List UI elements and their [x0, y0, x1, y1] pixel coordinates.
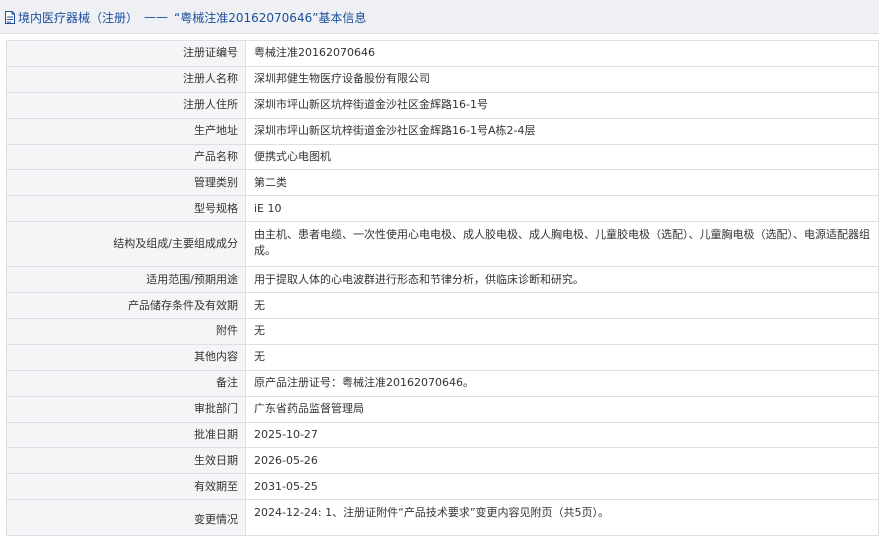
field-label: 生效日期	[6, 447, 246, 475]
field-label: 变更情况	[6, 499, 246, 536]
field-label: 产品储存条件及有效期	[6, 292, 246, 320]
table-row: 附件 无	[6, 318, 879, 345]
field-value: 便携式心电图机	[245, 143, 879, 171]
field-label: 审批部门	[6, 395, 246, 423]
page-header: 境内医疗器械（注册） —— “粤械注准20162070646”基本信息	[0, 0, 879, 34]
field-label: 其他内容	[6, 343, 246, 371]
field-value: 由主机、患者电缆、一次性使用心电电极、成人胶电极、成人胸电极、儿童胶电极（选配）…	[245, 221, 879, 268]
table-row: 变更情况 2024-12-24: 1、注册证附件“产品技术要求”变更内容见附页（…	[6, 499, 879, 536]
field-value: 深圳邦健生物医疗设备股份有限公司	[245, 65, 879, 93]
table-row: 批准日期 2025-10-27	[6, 421, 879, 449]
field-value: 2025-10-27	[245, 421, 879, 449]
field-value: 原产品注册证号：粤械注准20162070646。	[245, 369, 879, 397]
field-value: 无	[245, 318, 879, 345]
field-value: 深圳市坪山新区坑梓街道金沙社区金辉路16-1号A栋2-4层	[245, 117, 879, 145]
field-value: 用于提取人体的心电波群进行形态和节律分析，供临床诊断和研究。	[245, 266, 879, 294]
table-row: 其他内容 无	[6, 343, 879, 371]
table-row: 备注 原产品注册证号：粤械注准20162070646。	[6, 369, 879, 397]
table-row: 有效期至 2031-05-25	[6, 473, 879, 501]
field-label: 适用范围/预期用途	[6, 266, 246, 294]
field-value: 深圳市坪山新区坑梓街道金沙社区金辉路16-1号	[245, 91, 879, 119]
field-value: 2031-05-25	[245, 473, 879, 501]
field-label: 生产地址	[6, 117, 246, 145]
table-row: 产品储存条件及有效期 无	[6, 292, 879, 320]
table-row: 管理类别 第二类	[6, 169, 879, 197]
header-separator: ——	[144, 10, 169, 24]
field-label: 型号规格	[6, 195, 246, 223]
field-label: 附件	[6, 318, 246, 345]
field-value: 广东省药品监督管理局	[245, 395, 879, 423]
table-row: 审批部门 广东省药品监督管理局	[6, 395, 879, 423]
table-row: 产品名称 便携式心电图机	[6, 143, 879, 171]
table-row: 生效日期 2026-05-26	[6, 447, 879, 475]
field-label: 注册证编号	[6, 40, 246, 67]
field-value: 无	[245, 343, 879, 371]
table-row: 注册人住所 深圳市坪山新区坑梓街道金沙社区金辉路16-1号	[6, 91, 879, 119]
field-label: 有效期至	[6, 473, 246, 501]
registration-info-table: 注册证编号 粤械注准20162070646 注册人名称 深圳邦健生物医疗设备股份…	[6, 40, 879, 536]
document-icon	[4, 10, 16, 24]
field-label: 注册人住所	[6, 91, 246, 119]
field-value: 粤械注准20162070646	[245, 40, 879, 67]
field-label: 产品名称	[6, 143, 246, 171]
field-label: 结构及组成/主要组成成分	[6, 221, 246, 268]
header-title: “粤械注准20162070646”基本信息	[174, 10, 367, 25]
field-value: 无	[245, 292, 879, 320]
table-row: 型号规格 iE 10	[6, 195, 879, 223]
field-value: 第二类	[245, 169, 879, 197]
header-title-bar: 境内医疗器械（注册） —— “粤械注准20162070646”基本信息	[4, 9, 366, 25]
table-row: 注册证编号 粤械注准20162070646	[6, 40, 879, 67]
field-label: 管理类别	[6, 169, 246, 197]
field-label: 备注	[6, 369, 246, 397]
field-value: iE 10	[245, 195, 879, 223]
field-value: 2026-05-26	[245, 447, 879, 475]
field-value: 2024-12-24: 1、注册证附件“产品技术要求”变更内容见附页（共5页）。	[245, 499, 879, 536]
table-row: 结构及组成/主要组成成分 由主机、患者电缆、一次性使用心电电极、成人胶电极、成人…	[6, 221, 879, 268]
table-row: 生产地址 深圳市坪山新区坑梓街道金沙社区金辉路16-1号A栋2-4层	[6, 117, 879, 145]
table-row: 适用范围/预期用途 用于提取人体的心电波群进行形态和节律分析，供临床诊断和研究。	[6, 266, 879, 294]
header-prefix: 境内医疗器械（注册）	[18, 10, 139, 25]
field-label: 注册人名称	[6, 65, 246, 93]
field-label: 批准日期	[6, 421, 246, 449]
table-row: 注册人名称 深圳邦健生物医疗设备股份有限公司	[6, 65, 879, 93]
